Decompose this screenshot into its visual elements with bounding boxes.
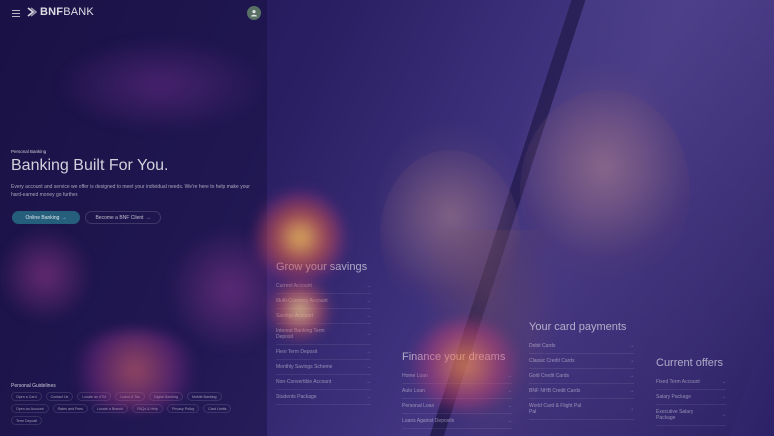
- arrow-right-icon: →: [507, 418, 512, 424]
- arrow-right-icon: →: [61, 214, 67, 221]
- guideline-chip[interactable]: Open an Account: [11, 404, 49, 413]
- guideline-chip[interactable]: Locate a Branch: [91, 404, 129, 413]
- offer-link[interactable]: Fixed Term Account →: [656, 375, 726, 390]
- guideline-chip[interactable]: Digital Banking: [148, 392, 183, 401]
- offer-link[interactable]: Salary Package →: [656, 390, 726, 405]
- hamburger-menu-icon[interactable]: [12, 10, 20, 17]
- savings-link[interactable]: Interest Banking Term Deposit →: [276, 324, 371, 345]
- savings-link[interactable]: Current Account →: [276, 279, 371, 294]
- guideline-chip[interactable]: Locate an ATM: [77, 392, 112, 401]
- arrow-right-icon: →: [366, 394, 371, 400]
- arrow-right-icon: →: [629, 358, 634, 364]
- guideline-chip[interactable]: Contact Us: [45, 392, 74, 401]
- loan-link[interactable]: Home Loan →: [402, 369, 512, 384]
- loan-link[interactable]: Auto Loan →: [402, 384, 512, 399]
- user-icon: [251, 10, 257, 17]
- guideline-chip[interactable]: Card Limits: [203, 404, 232, 413]
- savings-link[interactable]: Students Package →: [276, 390, 371, 405]
- card-link[interactable]: Gold Credit Cards →: [529, 369, 634, 384]
- guideline-chip[interactable]: Term Deposit: [11, 416, 43, 425]
- arrow-right-icon: →: [145, 214, 151, 221]
- card-link[interactable]: World Card & Flight Pal Pal →: [529, 399, 634, 420]
- bnf-logo-mark-icon: [27, 7, 37, 17]
- guideline-chip[interactable]: FAQs & Help: [132, 404, 163, 413]
- savings-link[interactable]: Savings Account →: [276, 309, 371, 324]
- savings-list: Current Account → Multi-Currency Account →…: [276, 279, 371, 405]
- offer-link[interactable]: Executive Salary Package →: [656, 405, 726, 426]
- arrow-right-icon: →: [629, 373, 634, 379]
- arrow-right-icon: →: [629, 406, 634, 412]
- loan-link[interactable]: Personal Loan →: [402, 399, 512, 414]
- cards-list: Debit Cards → Classic Credit Cards → Gold …: [529, 339, 634, 420]
- loans-title: Finance your dreams: [402, 351, 506, 363]
- offers-list: Fixed Term Account → Salary Package → Exec…: [656, 375, 726, 426]
- arrow-right-icon: →: [366, 313, 371, 319]
- guideline-chip[interactable]: Privacy Policy: [166, 404, 200, 413]
- logo-text: BNFBANK: [40, 6, 94, 18]
- arrow-right-icon: →: [721, 394, 726, 400]
- cards-column: Your card payments Debit Cards → Classic …: [529, 321, 634, 420]
- arrow-right-icon: →: [721, 379, 726, 385]
- loan-link[interactable]: Loans Against Deposits →: [402, 414, 512, 429]
- guidelines-chip-list: Open a Card Contact Us Locate an ATM Loa…: [11, 392, 251, 425]
- become-client-label: Become a BNF Client: [95, 214, 144, 221]
- online-banking-button[interactable]: Online Banking →: [12, 211, 80, 224]
- arrow-right-icon: →: [366, 283, 371, 289]
- bnf-bank-logo[interactable]: BNFBANK: [27, 6, 94, 18]
- hero-eyebrow: Personal Banking: [11, 149, 47, 154]
- cards-title: Your card payments: [529, 321, 627, 333]
- arrow-right-icon: →: [629, 343, 634, 349]
- hero-description: Every account and service we offer is de…: [11, 184, 250, 198]
- arrow-right-icon: →: [507, 373, 512, 379]
- card-link[interactable]: Classic Credit Cards →: [529, 354, 634, 369]
- savings-column: Grow your savings Current Account → Multi…: [276, 261, 371, 405]
- user-account-button[interactable]: [247, 6, 261, 20]
- savings-title: Grow your savings: [276, 261, 368, 273]
- guidelines-title: Personal Guidelines: [11, 383, 56, 389]
- card-link[interactable]: BNF NHB Credit Cards →: [529, 384, 634, 399]
- loans-list: Home Loan → Auto Loan → Personal Loan → Loa…: [402, 369, 512, 429]
- top-header: BNFBANK: [0, 0, 774, 28]
- arrow-right-icon: →: [366, 364, 371, 370]
- arrow-right-icon: →: [507, 403, 512, 409]
- savings-link[interactable]: Non-Convertible Account →: [276, 375, 371, 390]
- guideline-chip[interactable]: Mobile Banking: [186, 392, 222, 401]
- become-client-button[interactable]: Become a BNF Client →: [85, 211, 161, 224]
- card-link[interactable]: Debit Cards →: [529, 339, 634, 354]
- arrow-right-icon: →: [366, 298, 371, 304]
- page-title: Banking Built For You.: [11, 157, 169, 174]
- loans-column: Finance your dreams Home Loan → Auto Loan…: [402, 351, 512, 429]
- guideline-chip[interactable]: Loans & Tax: [115, 392, 145, 401]
- savings-link[interactable]: Multi-Currency Account →: [276, 294, 371, 309]
- arrow-right-icon: →: [721, 412, 726, 418]
- arrow-right-icon: →: [507, 388, 512, 394]
- savings-link[interactable]: Flexi Term Deposit →: [276, 345, 371, 360]
- arrow-right-icon: →: [366, 379, 371, 385]
- arrow-right-icon: →: [629, 388, 634, 394]
- guideline-chip[interactable]: Open a Card: [11, 392, 42, 401]
- arrow-right-icon: →: [366, 331, 371, 337]
- savings-link[interactable]: Monthly Savings Scheme →: [276, 360, 371, 375]
- arrow-right-icon: →: [366, 349, 371, 355]
- guideline-chip[interactable]: Rates and Fees: [52, 404, 88, 413]
- offers-column: Current offers Fixed Term Account → Salar…: [656, 357, 726, 426]
- online-banking-label: Online Banking: [25, 214, 60, 221]
- offers-title: Current offers: [656, 357, 724, 369]
